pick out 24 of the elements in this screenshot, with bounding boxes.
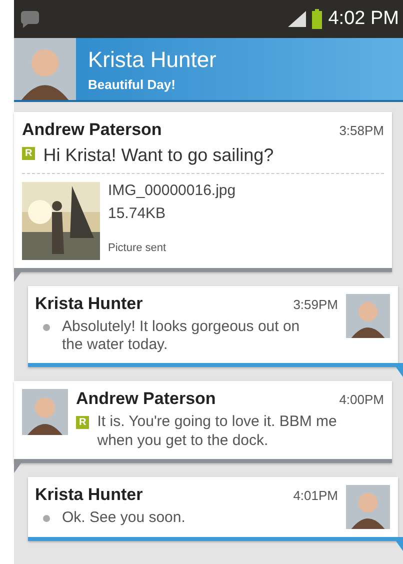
read-receipt: R [22, 147, 36, 160]
signal-icon [288, 11, 306, 27]
contact-status: Beautiful Day! [88, 76, 176, 92]
sender-name: Andrew Paterson [22, 120, 162, 140]
message-text: Ok. See you soon. [62, 508, 186, 528]
message-time: 4:00PM [339, 392, 384, 407]
contact-name: Krista Hunter [88, 46, 216, 72]
message-text: It is. You're going to love it. BBM me when you get to the dock. [97, 413, 338, 450]
message-text: Hi Krista! Want to go sailing? [43, 144, 274, 166]
battery-icon [312, 9, 322, 29]
messenger-icon [20, 10, 40, 28]
sender-name: Andrew Paterson [76, 389, 216, 409]
message-time: 4:01PM [293, 488, 338, 502]
clock-time: 4:02 PM [328, 8, 399, 30]
message-text: Absolutely! It looks gorgeous out on the water today. [62, 318, 301, 355]
message-time: 3:58PM [339, 123, 384, 138]
file-name: IMG_00000016.jpg [108, 182, 236, 198]
avatar [14, 38, 76, 100]
sender-name: Krista Hunter [35, 294, 143, 314]
message-time: 3:59PM [293, 296, 338, 312]
file-size: 15.74KB [108, 204, 167, 222]
read-receipt: R [76, 416, 90, 429]
sender-name: Krista Hunter [35, 484, 143, 504]
delivery-note: Picture sent [108, 242, 168, 254]
